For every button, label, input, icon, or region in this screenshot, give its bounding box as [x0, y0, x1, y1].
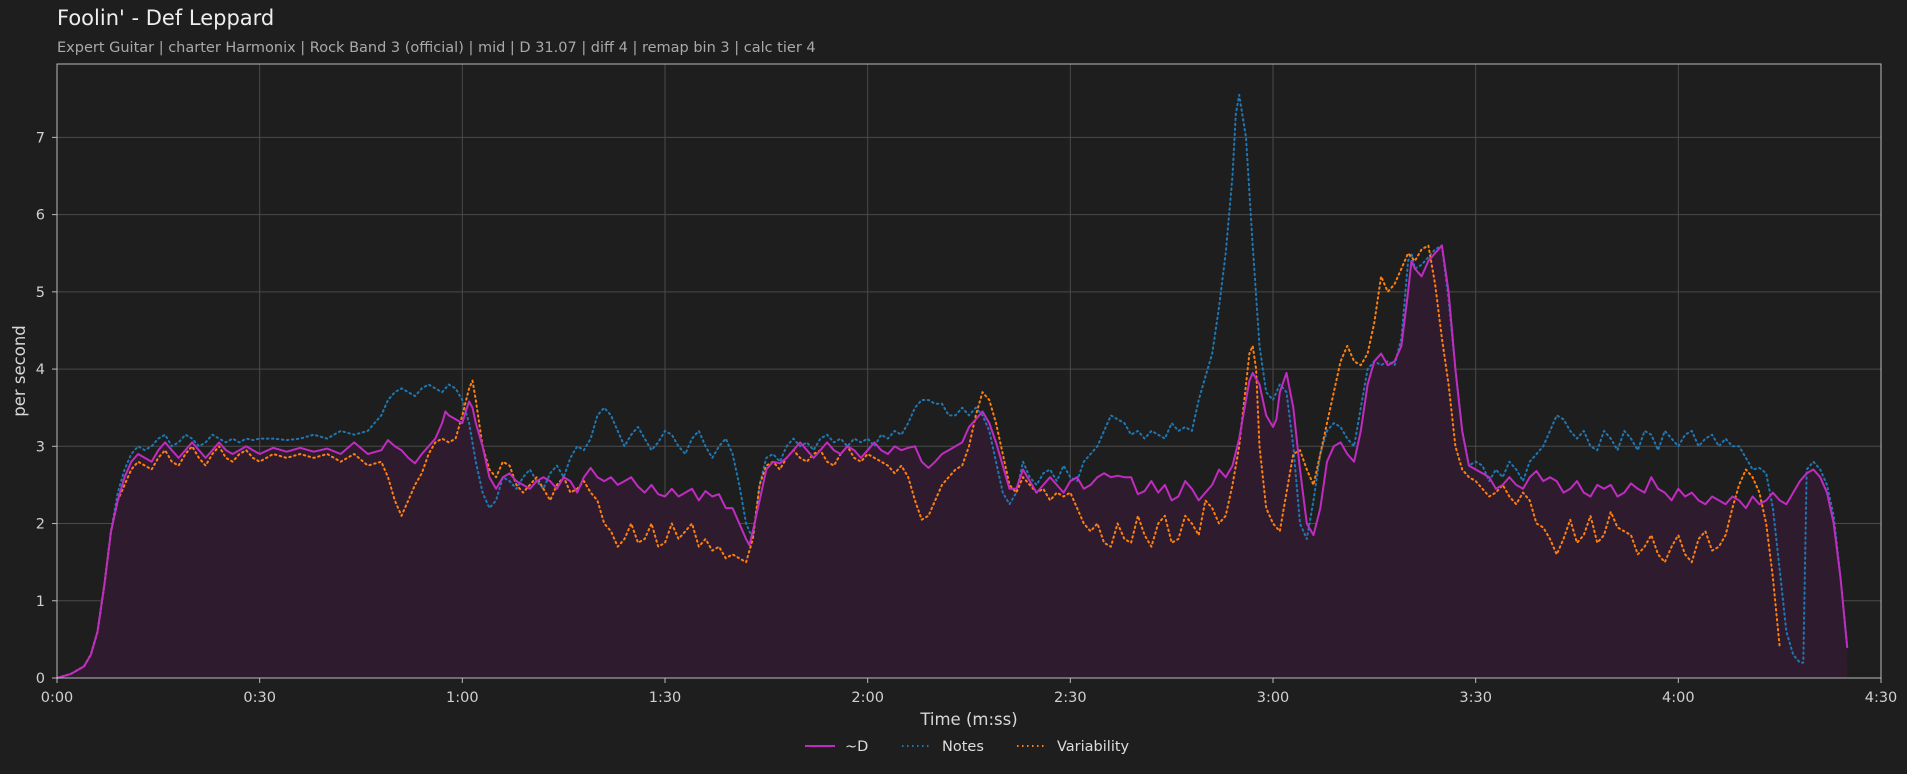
- x-axis-label: Time (m:ss): [919, 710, 1017, 729]
- x-tick-label: 2:30: [1054, 690, 1087, 706]
- x-tick-label: 0:00: [41, 690, 74, 706]
- legend-label: Variability: [1057, 739, 1130, 755]
- y-tick-label: 6: [36, 208, 45, 224]
- x-tick-label: 1:00: [446, 690, 479, 706]
- x-tick-label: 0:30: [243, 690, 276, 706]
- x-tick-label: 4:00: [1662, 690, 1695, 706]
- y-tick-label: 0: [36, 671, 45, 687]
- chart-svg: 0:00 0:30 1:00 1:30 2:00 2:30 3:00 3:30 4:00 4:30…: [10, 63, 1898, 755]
- legend-label: Notes: [942, 739, 984, 755]
- y-tick-label: 1: [36, 594, 45, 610]
- y-tick-label: 2: [36, 517, 45, 533]
- y-tick-label: 4: [36, 362, 45, 378]
- y-tick-label: 7: [36, 130, 45, 146]
- y-axis-label: per second: [10, 325, 29, 417]
- y-tick-label: 3: [36, 439, 45, 455]
- y-tick-label: 5: [36, 285, 45, 301]
- x-tick-label: 3:30: [1459, 690, 1492, 706]
- x-tick-label: 3:00: [1257, 690, 1290, 706]
- x-tick-label: 2:00: [851, 690, 884, 706]
- x-tick-label: 4:30: [1865, 690, 1898, 706]
- legend-label: ~D: [845, 739, 868, 755]
- x-tick-label: 1:30: [649, 690, 682, 706]
- legend: ~D Notes Variability: [805, 739, 1130, 755]
